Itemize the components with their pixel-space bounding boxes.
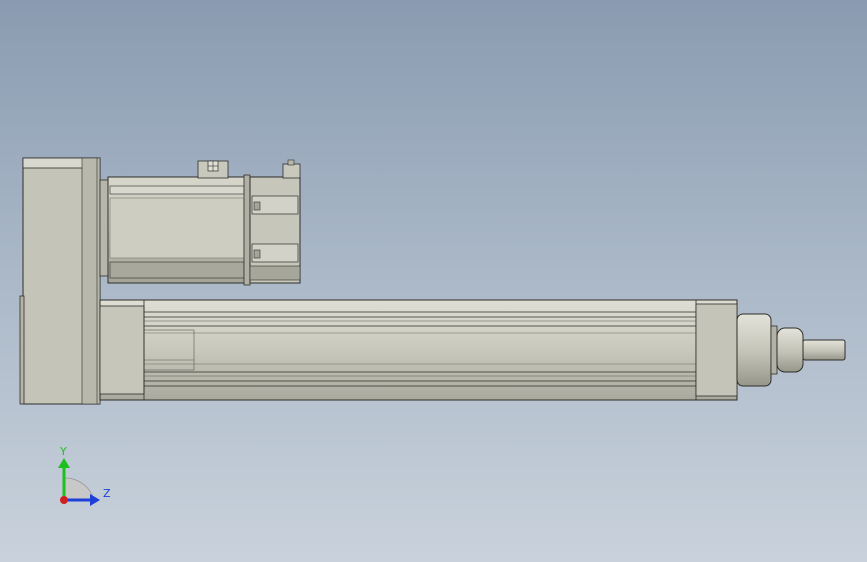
- y-axis-arrow-icon: [58, 458, 70, 468]
- actuator-body: [99, 299, 738, 401]
- z-axis-label: Z: [103, 487, 111, 500]
- pulley-housing: [19, 157, 101, 405]
- z-axis-arrow-icon: [90, 494, 100, 506]
- cad-viewport[interactable]: Y Z: [0, 0, 867, 562]
- rod-end: [736, 313, 846, 387]
- triad-plane: [63, 477, 95, 501]
- servo-motor: [99, 159, 301, 286]
- orientation-triad: Y Z: [58, 445, 111, 506]
- actuator-model[interactable]: Y Z: [0, 0, 867, 562]
- x-axis-dot: [60, 496, 68, 504]
- y-axis-label: Y: [59, 445, 67, 458]
